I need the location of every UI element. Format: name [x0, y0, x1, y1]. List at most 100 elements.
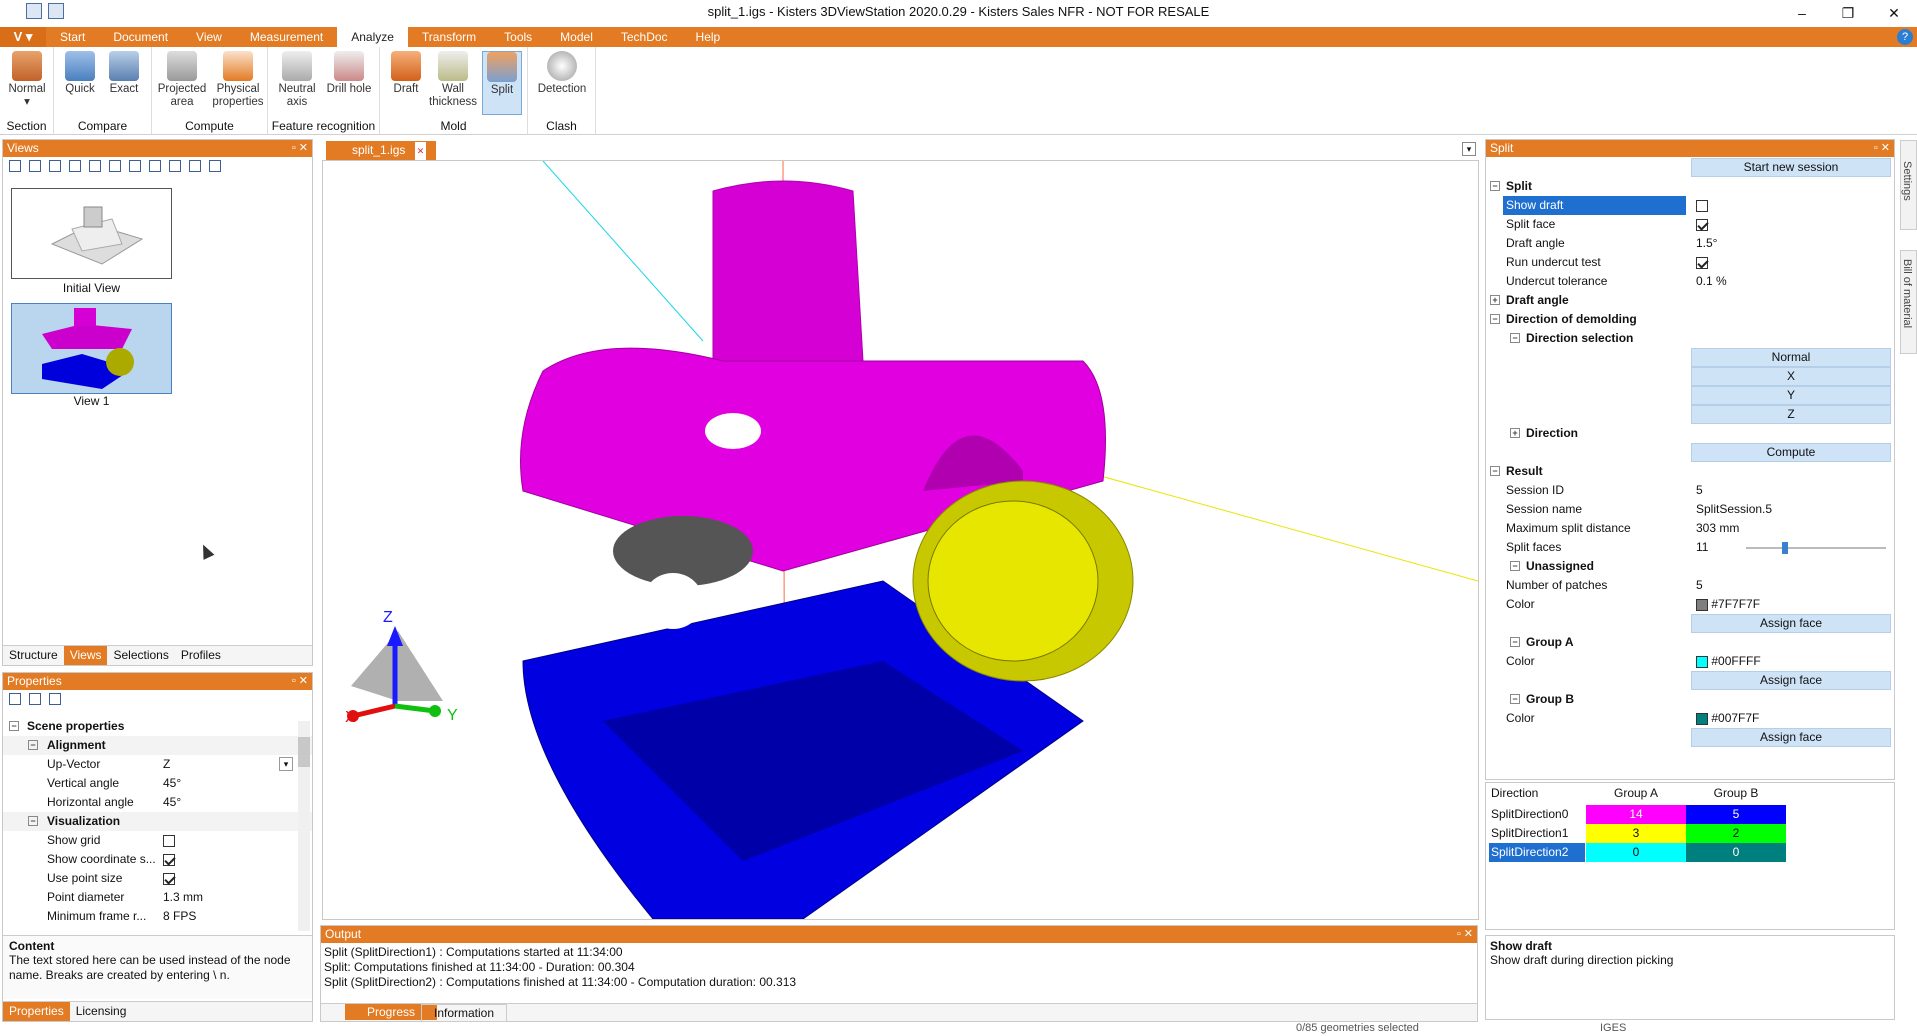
group-b-color-row[interactable]: Color #007F7F — [1486, 709, 1894, 728]
horizontal-angle-row[interactable]: Horizontal angle 45° — [3, 793, 312, 812]
refresh-view-icon[interactable] — [49, 160, 61, 172]
direction-z-button[interactable]: Z — [1691, 405, 1891, 424]
close-button[interactable]: ✕ — [1871, 0, 1917, 27]
vertical-angle-row[interactable]: Vertical angle 45° — [3, 774, 312, 793]
menu-document[interactable]: Document — [99, 27, 182, 47]
direction-selection-row[interactable]: − Direction selection — [1486, 329, 1894, 348]
app-menu-button[interactable]: V ▾ — [0, 27, 46, 47]
tab-licensing[interactable]: Licensing — [70, 1002, 133, 1021]
scene-properties-row[interactable]: − Scene properties — [3, 717, 312, 736]
panel-pin-close[interactable]: ▫ ✕ — [292, 140, 308, 157]
group-b-color-swatch[interactable] — [1696, 712, 1708, 725]
show-draft-row[interactable]: Show draft — [1486, 196, 1894, 215]
tab-views[interactable]: Views — [63, 646, 108, 665]
settings-view-icon[interactable] — [209, 160, 221, 172]
physical-properties-button[interactable]: Physical properties — [210, 51, 266, 109]
add-view-icon[interactable] — [29, 160, 41, 172]
compare-exact-button[interactable]: Exact — [104, 51, 144, 96]
direction-row[interactable]: + Direction — [1486, 424, 1894, 443]
wall-thickness-button[interactable]: Wall thickness — [428, 51, 478, 109]
tab-list-dropdown[interactable]: ▾ — [1462, 142, 1476, 156]
compare-quick-button[interactable]: Quick — [60, 51, 100, 96]
menu-start[interactable]: Start — [46, 27, 99, 47]
paste-icon[interactable] — [29, 693, 41, 705]
tab-properties[interactable]: Properties — [3, 1002, 70, 1021]
assign-face-group-b-button[interactable]: Assign face — [1691, 728, 1891, 747]
slider-thumb[interactable] — [1782, 542, 1789, 554]
next-view-icon[interactable] — [129, 160, 141, 172]
copy-icon[interactable] — [9, 693, 21, 705]
run-undercut-checkbox[interactable] — [1696, 256, 1708, 269]
show-coordinate-row[interactable]: Show coordinate s... — [3, 850, 312, 869]
menu-view[interactable]: View — [182, 27, 236, 47]
draft-button[interactable]: Draft — [388, 51, 424, 96]
side-tab-settings[interactable]: Settings — [1900, 140, 1917, 230]
alignment-row[interactable]: − Alignment — [3, 736, 312, 755]
close-tab-icon[interactable]: ✕ — [414, 142, 427, 161]
assign-face-group-a-button[interactable]: Assign face — [1691, 671, 1891, 690]
section-normal-button[interactable]: Normal ▾ — [6, 51, 48, 109]
use-point-size-row[interactable]: Use point size — [3, 869, 312, 888]
stop-icon[interactable] — [109, 160, 121, 172]
help-icon[interactable]: ? — [1897, 29, 1913, 45]
up-vector-dropdown[interactable]: ▾ — [279, 757, 293, 771]
panel-pin-close[interactable]: ▫ ✕ — [1457, 926, 1473, 943]
menu-analyze[interactable]: Analyze — [337, 27, 408, 47]
show-coordinate-checkbox[interactable] — [163, 853, 175, 866]
split-face-checkbox[interactable] — [1696, 218, 1708, 231]
draft-angle-row[interactable]: Draft angle 1.5° — [1486, 234, 1894, 253]
menu-transform[interactable]: Transform — [408, 27, 490, 47]
direction-x-button[interactable]: X — [1691, 367, 1891, 386]
menu-tools[interactable]: Tools — [490, 27, 546, 47]
panel-pin-close[interactable]: ▫ ✕ — [292, 673, 308, 690]
tab-selections[interactable]: Selections — [107, 646, 174, 665]
use-point-size-checkbox[interactable] — [163, 872, 175, 885]
tab-structure[interactable]: Structure — [3, 646, 64, 665]
visualization-row[interactable]: − Visualization — [3, 812, 312, 831]
side-tab-bill-of-material[interactable]: Bill of material — [1900, 250, 1917, 354]
unassigned-row[interactable]: − Unassigned — [1486, 557, 1894, 576]
menu-help[interactable]: Help — [682, 27, 735, 47]
neutral-axis-button[interactable]: Neutral axis — [272, 51, 322, 109]
group-a-row[interactable]: − Group A — [1486, 633, 1894, 652]
tab-profiles[interactable]: Profiles — [175, 646, 227, 665]
home-view-icon[interactable] — [9, 160, 21, 172]
menu-techdoc[interactable]: TechDoc — [607, 27, 682, 47]
prev-view-icon[interactable] — [89, 160, 101, 172]
split-face-row[interactable]: Split face — [1486, 215, 1894, 234]
restore-button[interactable]: ❐ — [1825, 0, 1871, 27]
menu-measurement[interactable]: Measurement — [236, 27, 337, 47]
menu-model[interactable]: Model — [546, 27, 607, 47]
export-view-icon[interactable] — [189, 160, 201, 172]
drill-hole-button[interactable]: Drill hole — [324, 51, 374, 96]
minimize-button[interactable]: – — [1779, 0, 1825, 27]
group-a-color-swatch[interactable] — [1696, 655, 1708, 668]
split-faces-row[interactable]: Split faces 11 — [1486, 538, 1894, 557]
detection-button[interactable]: Detection — [534, 51, 590, 96]
up-vector-row[interactable]: Up-Vector Z ▾ — [3, 755, 312, 774]
assign-face-unassigned-button[interactable]: Assign face — [1691, 614, 1891, 633]
sync-view-icon[interactable] — [149, 160, 161, 172]
filter-icon[interactable] — [49, 693, 61, 705]
properties-scrollbar[interactable] — [298, 721, 310, 931]
view-thumb-initial[interactable] — [11, 188, 172, 279]
group-a-color-row[interactable]: Color #00FFFF — [1486, 652, 1894, 671]
delete-view-icon[interactable] — [69, 160, 81, 172]
point-diameter-row[interactable]: Point diameter 1.3 mm — [3, 888, 312, 907]
tab-information[interactable]: Information — [421, 1004, 508, 1022]
unassigned-color-row[interactable]: Color #7F7F7F — [1486, 595, 1894, 614]
start-new-session-button[interactable]: Start new session — [1691, 158, 1891, 177]
group-b-row[interactable]: − Group B — [1486, 690, 1894, 709]
direction-row[interactable]: SplitDirection0 14 5 — [1486, 805, 1786, 824]
show-grid-checkbox[interactable] — [163, 834, 175, 847]
unassigned-color-swatch[interactable] — [1696, 598, 1708, 611]
direction-row[interactable]: SplitDirection2 0 0 — [1486, 843, 1786, 862]
compute-button[interactable]: Compute — [1691, 443, 1891, 462]
3d-viewport[interactable]: Z X Y — [322, 160, 1479, 920]
panel-pin-close[interactable]: ▫ ✕ — [1874, 140, 1890, 157]
direction-row[interactable]: SplitDirection1 3 2 — [1486, 824, 1786, 843]
direction-normal-button[interactable]: Normal — [1691, 348, 1891, 367]
document-tab[interactable]: split_1.igs ✕ — [326, 141, 437, 161]
undercut-tolerance-row[interactable]: Undercut tolerance 0.1 % — [1486, 272, 1894, 291]
direction-demolding-row[interactable]: − Direction of demolding — [1486, 310, 1894, 329]
